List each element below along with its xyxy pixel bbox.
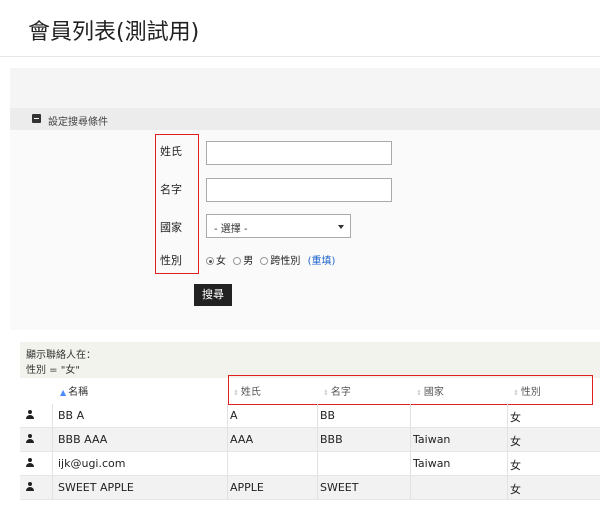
cell-given-name: SWEET bbox=[320, 481, 359, 494]
column-header-name[interactable]: ▲ 名稱 bbox=[60, 383, 88, 398]
cell-given-name: BB bbox=[320, 409, 336, 422]
sort-icon: ⇕ bbox=[233, 389, 239, 397]
sort-icon: ⇕ bbox=[416, 389, 422, 397]
filter-summary: 顯示聯絡人在： 性別 = "女" bbox=[20, 342, 600, 378]
filter-summary-line2: 性別 = "女" bbox=[26, 365, 80, 376]
cell-gender: 女 bbox=[510, 411, 521, 424]
gender-option-transgender[interactable]: 跨性別 bbox=[260, 256, 300, 267]
column-header-given-name[interactable]: ⇕ 名字 bbox=[323, 383, 351, 398]
person-icon bbox=[25, 482, 35, 492]
gender-option-female[interactable]: 女 bbox=[206, 256, 226, 267]
cell-country: Taiwan bbox=[413, 457, 451, 470]
gender-label: 性別 bbox=[160, 254, 182, 267]
column-header-surname[interactable]: ⇕ 姓氏 bbox=[233, 383, 261, 398]
given-name-label: 名字 bbox=[160, 183, 182, 196]
country-label: 國家 bbox=[160, 221, 182, 234]
page-title: 會員列表(測試用) bbox=[28, 20, 200, 45]
cell-name: BB A bbox=[58, 409, 85, 422]
sort-asc-icon: ▲ bbox=[60, 388, 67, 397]
gender-reset: (重填) bbox=[307, 256, 336, 267]
column-header-country[interactable]: ⇕ 國家 bbox=[416, 383, 444, 398]
cell-given-name: BBB bbox=[320, 433, 343, 446]
members-table: BB A A BB 女 BBB AAA AAA BBB Taiwan 女 ijk… bbox=[20, 404, 600, 500]
cell-surname: APPLE bbox=[230, 481, 264, 494]
title-divider bbox=[0, 56, 600, 57]
table-row[interactable]: SWEET APPLE APPLE SWEET 女 bbox=[20, 476, 600, 500]
radio-transgender[interactable] bbox=[260, 257, 269, 265]
gender-option-male[interactable]: 男 bbox=[233, 256, 253, 267]
radio-male[interactable] bbox=[233, 257, 242, 265]
surname-input[interactable] bbox=[206, 141, 392, 165]
reset-link[interactable]: 重填 bbox=[311, 256, 331, 267]
cell-name: SWEET APPLE bbox=[58, 481, 134, 494]
given-name-input[interactable] bbox=[206, 178, 392, 202]
search-panel-title: 設定搜尋條件 bbox=[48, 117, 108, 128]
search-panel-header[interactable]: 設定搜尋條件 bbox=[10, 108, 600, 130]
gender-radio-group: 女 男 跨性別 (重填) bbox=[206, 252, 335, 267]
sort-icon: ⇕ bbox=[323, 389, 329, 397]
table-row[interactable]: BBB AAA AAA BBB Taiwan 女 bbox=[20, 428, 600, 452]
column-header-gender[interactable]: ⇕ 性別 bbox=[513, 383, 541, 398]
radio-female[interactable] bbox=[206, 257, 214, 265]
collapse-icon[interactable] bbox=[32, 114, 41, 123]
chevron-down-icon bbox=[338, 225, 344, 229]
surname-label: 姓氏 bbox=[160, 145, 182, 158]
cell-gender: 女 bbox=[510, 459, 521, 472]
filter-summary-line1: 顯示聯絡人在： bbox=[26, 350, 96, 361]
person-icon bbox=[25, 410, 35, 420]
cell-gender: 女 bbox=[510, 483, 521, 496]
cell-surname: A bbox=[230, 409, 238, 422]
table-row[interactable]: ijk@ugi.com Taiwan 女 bbox=[20, 452, 600, 476]
country-select[interactable]: - 選擇 - bbox=[206, 214, 351, 238]
cell-country: Taiwan bbox=[413, 433, 451, 446]
cell-name: ijk@ugi.com bbox=[58, 457, 126, 470]
country-select-value: - 選擇 - bbox=[214, 224, 248, 235]
cell-name: BBB AAA bbox=[58, 433, 108, 446]
table-row[interactable]: BB A A BB 女 bbox=[20, 404, 600, 428]
cell-surname: AAA bbox=[230, 433, 254, 446]
cell-gender: 女 bbox=[510, 435, 521, 448]
person-icon bbox=[25, 434, 35, 444]
search-button[interactable]: 搜尋 bbox=[194, 284, 232, 306]
person-icon bbox=[25, 458, 35, 468]
sort-icon: ⇕ bbox=[513, 389, 519, 397]
